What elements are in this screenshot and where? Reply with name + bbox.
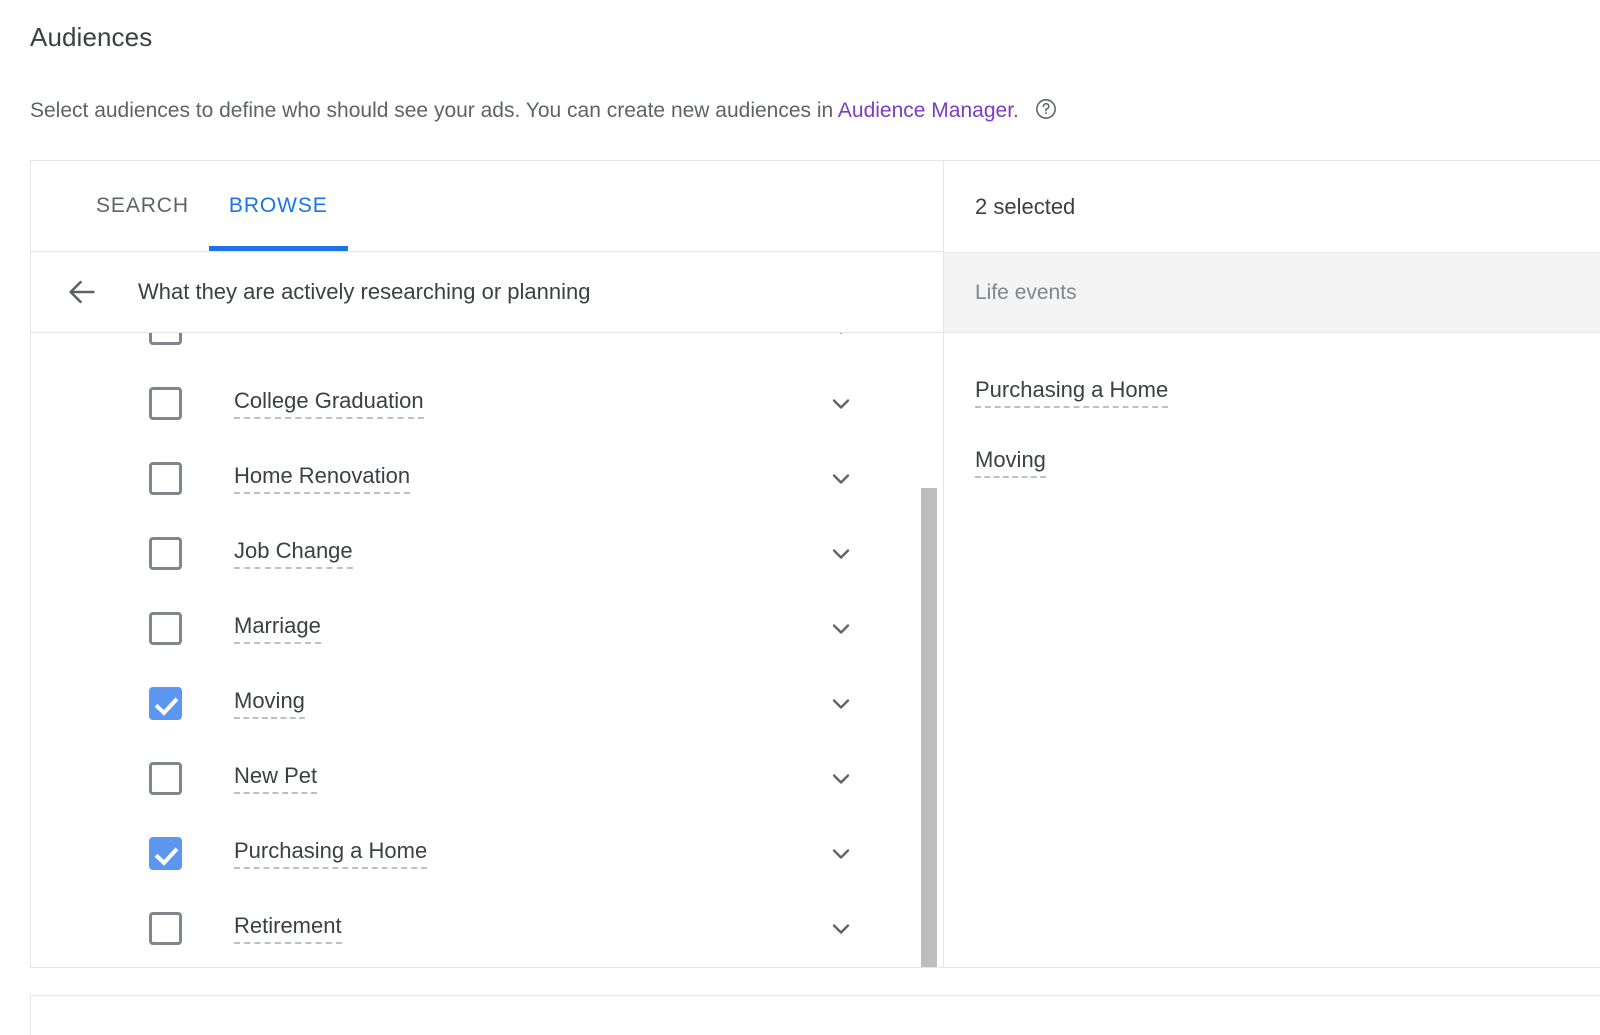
browse-list: College Graduation Home Renovation Job C… [31, 333, 943, 966]
option-checkbox[interactable] [149, 912, 182, 945]
help-circle-icon[interactable] [1035, 98, 1057, 120]
chevron-down-icon[interactable] [824, 837, 858, 871]
list-item[interactable] [31, 333, 943, 366]
chevron-down-icon[interactable] [824, 537, 858, 571]
selected-count: 2 selected [975, 193, 1076, 219]
option-label: Job Change [234, 538, 353, 569]
option-label: Marriage [234, 613, 321, 644]
list-item[interactable]: Purchasing a Home [31, 816, 943, 891]
chevron-down-icon[interactable] [824, 387, 858, 421]
option-label: New Pet [234, 763, 318, 794]
list-item[interactable]: New Pet [31, 741, 943, 816]
selected-item-label: Moving [975, 447, 1046, 478]
list-item[interactable]: Retirement [31, 891, 943, 966]
option-checkbox[interactable] [149, 333, 182, 345]
page-description-text: Select audiences to define who should se… [30, 99, 838, 122]
option-checkbox[interactable] [149, 687, 182, 720]
option-label: Moving [234, 688, 305, 719]
option-label: Purchasing a Home [234, 838, 428, 869]
page-title: Audiences [30, 22, 153, 52]
chevron-down-icon[interactable] [824, 612, 858, 646]
list-item[interactable]: Job Change [31, 516, 943, 591]
tab-search[interactable]: SEARCH [76, 161, 209, 251]
option-checkbox[interactable] [149, 612, 182, 645]
chevron-down-icon[interactable] [824, 333, 858, 346]
audience-selector-card: SEARCH BROWSE What they are actively res… [30, 160, 1600, 968]
option-checkbox[interactable] [149, 537, 182, 570]
list-item[interactable]: Moving [944, 427, 1600, 497]
audience-manager-link[interactable]: Audience Manager [838, 99, 1013, 122]
selected-group-header: Life events [944, 252, 1600, 333]
option-checkbox[interactable] [149, 387, 182, 420]
option-label: College Graduation [234, 388, 424, 419]
tab-browse[interactable]: BROWSE [208, 161, 348, 251]
chevron-down-icon[interactable] [824, 762, 858, 796]
next-section-card [30, 995, 1600, 1035]
page-description-suffix: . [1013, 99, 1019, 122]
option-checkbox[interactable] [149, 837, 182, 870]
chevron-down-icon[interactable] [824, 912, 858, 946]
tab-bar: SEARCH BROWSE [31, 161, 943, 252]
scrollbar-thumb[interactable] [921, 488, 937, 967]
selected-items-list: Purchasing a Home Moving [944, 333, 1600, 497]
browse-pane: SEARCH BROWSE What they are actively res… [31, 161, 944, 967]
option-label: Retirement [234, 913, 342, 944]
arrow-left-icon[interactable] [56, 266, 108, 318]
browse-list-scrollbar[interactable] [921, 333, 937, 967]
list-item[interactable]: Purchasing a Home [944, 357, 1600, 427]
list-item[interactable]: College Graduation [31, 366, 943, 441]
breadcrumb: What they are actively researching or pl… [31, 252, 943, 333]
page-description: Select audiences to define who should se… [30, 96, 1057, 126]
option-label: Home Renovation [234, 463, 411, 494]
breadcrumb-label: What they are actively researching or pl… [138, 279, 591, 304]
selected-item-label: Purchasing a Home [975, 377, 1169, 408]
chevron-down-icon[interactable] [824, 462, 858, 496]
option-checkbox[interactable] [149, 462, 182, 495]
browse-list-scroll-area: College Graduation Home Renovation Job C… [31, 333, 943, 967]
chevron-down-icon[interactable] [824, 687, 858, 721]
list-item[interactable]: Marriage [31, 591, 943, 666]
option-checkbox[interactable] [149, 762, 182, 795]
list-item[interactable]: Home Renovation [31, 441, 943, 516]
list-item[interactable]: Moving [31, 666, 943, 741]
selected-pane: 2 selected Life events Purchasing a Home… [944, 161, 1600, 967]
